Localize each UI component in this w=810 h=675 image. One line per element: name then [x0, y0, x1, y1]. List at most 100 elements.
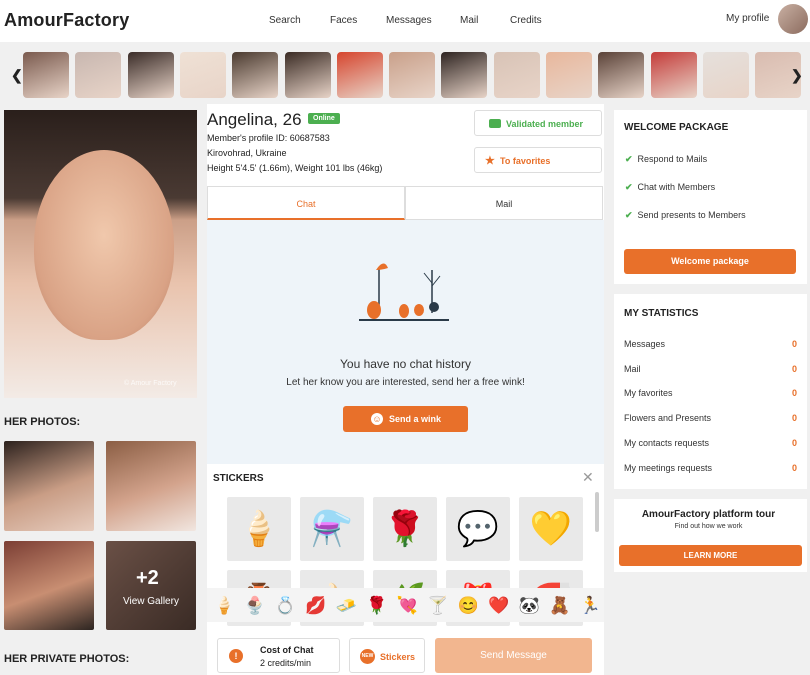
sticker-category-tab[interactable]: 🍸 — [425, 592, 452, 619]
carousel-thumb[interactable] — [702, 52, 749, 98]
stats-title: MY STATISTICS — [624, 308, 699, 319]
gallery-photo-1[interactable] — [4, 441, 94, 531]
stat-label: Mail — [624, 363, 641, 374]
tab-chat[interactable]: Chat — [207, 186, 405, 220]
carousel-thumb[interactable] — [284, 52, 331, 98]
new-badge-icon: NEW — [360, 649, 375, 664]
online-badge: Online — [308, 113, 340, 124]
stat-row[interactable]: Messages 0 — [624, 339, 797, 349]
carousel-thumb[interactable] — [598, 52, 645, 98]
check-icon: ✔ — [625, 210, 633, 220]
stat-value: 0 — [791, 462, 797, 473]
sticker-category-tab[interactable]: 😊 — [455, 592, 482, 619]
sticker-item[interactable]: ⚗️ — [300, 497, 364, 561]
sticker-category-tab[interactable]: 🧸 — [547, 592, 574, 619]
nav-messages[interactable]: Messages — [386, 15, 432, 26]
chevron-left-icon[interactable]: ❮ — [11, 67, 23, 84]
profile-height-weight: Height 5'4.5' (1.66m), Weight 101 lbs (4… — [207, 163, 383, 173]
sticker-category-tab[interactable]: 🏃 — [577, 592, 604, 619]
cost-title: Cost of Chat — [260, 645, 314, 655]
chevron-right-icon[interactable]: ❯ — [791, 67, 803, 84]
view-gallery-tile[interactable]: +2 View Gallery — [106, 541, 196, 630]
stat-value: 0 — [791, 388, 797, 399]
sticker-category-tab[interactable]: 💍 — [272, 592, 299, 619]
chat-bubble-icon — [489, 119, 501, 128]
sticker-category-tab[interactable]: 💘 — [394, 592, 421, 619]
tab-mail[interactable]: Mail — [405, 186, 603, 220]
nav-faces[interactable]: Faces — [330, 15, 357, 26]
stat-row[interactable]: My contacts requests 0 — [624, 438, 797, 448]
carousel-thumb[interactable] — [493, 52, 540, 98]
nav-credits[interactable]: Credits — [510, 15, 542, 26]
carousel-thumb[interactable] — [23, 52, 69, 98]
profile-name: Angelina, 26 — [207, 110, 302, 129]
sticker-item[interactable]: 🍦 — [227, 497, 291, 561]
stat-value: 0 — [791, 363, 797, 374]
send-wink-button[interactable]: ☺ Send a wink — [343, 406, 468, 432]
welcome-package-button[interactable]: Welcome package — [624, 249, 796, 274]
welcome-package-card: WELCOME PACKAGE ✔ Respond to Mails ✔ Chat … — [614, 110, 807, 284]
carousel-thumb[interactable] — [389, 52, 436, 98]
smiley-icon: ☺ — [371, 413, 383, 425]
carousel-thumb[interactable] — [232, 52, 279, 98]
stat-row[interactable]: My favorites 0 — [624, 388, 797, 398]
my-profile-link[interactable]: My profile — [726, 13, 769, 24]
sticker-item[interactable]: 💬 — [446, 497, 510, 561]
carousel-thumb[interactable] — [336, 52, 383, 98]
stat-label: My contacts requests — [624, 437, 710, 448]
gallery-photo-3[interactable] — [4, 541, 94, 630]
sticker-category-tab[interactable]: 🌹 — [364, 592, 391, 619]
sticker-category-tab[interactable]: 💋 — [303, 592, 330, 619]
avatar[interactable] — [778, 4, 808, 34]
main-profile-photo[interactable]: © Amour Factory — [4, 110, 197, 398]
sticker-category-tab[interactable]: 🍦 — [211, 592, 238, 619]
stat-row[interactable]: Mail 0 — [624, 364, 797, 374]
stat-value: 0 — [791, 413, 797, 424]
welcome-item: ✔ Chat with Members — [625, 182, 716, 192]
site-logo[interactable]: AmourFactory — [4, 10, 129, 31]
validated-member-button[interactable]: Validated member — [474, 110, 602, 136]
stat-label: My favorites — [624, 388, 673, 399]
stat-row[interactable]: Flowers and Presents 0 — [624, 413, 797, 423]
sticker-category-tab[interactable]: 🧈 — [333, 592, 360, 619]
sticker-category-tab[interactable]: 🐼 — [516, 592, 543, 619]
tour-title: AmourFactory platform tour — [641, 509, 776, 520]
close-icon[interactable]: ✕ — [582, 469, 594, 486]
profile-carousel: ❮ ❯ — [0, 50, 810, 100]
gallery-count: +2 — [136, 567, 159, 589]
learn-more-button[interactable]: LEARN MORE — [619, 545, 802, 566]
check-icon: ✔ — [625, 154, 633, 164]
welcome-item: ✔ Respond to Mails — [625, 154, 708, 164]
chat-cost-box: ! Cost of Chat 2 credits/min — [217, 638, 340, 673]
stickers-scrollbar[interactable] — [595, 492, 599, 532]
carousel-thumb[interactable] — [179, 52, 226, 98]
stat-row[interactable]: My meetings requests 0 — [624, 463, 797, 473]
nav-mail[interactable]: Mail — [460, 15, 478, 26]
welcome-title: WELCOME PACKAGE — [624, 122, 729, 133]
profile-location: Kirovohrad, Ukraine — [207, 148, 287, 158]
stat-value: 0 — [791, 437, 797, 448]
sticker-category-tab[interactable]: 🍨 — [242, 592, 269, 619]
send-message-button[interactable]: Send Message — [435, 638, 592, 673]
sticker-item[interactable]: 💛 — [519, 497, 583, 561]
star-icon: ★ — [485, 155, 495, 167]
sticker-item[interactable]: 🌹 — [373, 497, 437, 561]
photo-watermark: © Amour Factory — [124, 380, 177, 387]
nav-search[interactable]: Search — [269, 15, 301, 26]
profile-id: Member's profile ID: 60687583 — [207, 133, 330, 143]
carousel-thumb[interactable] — [650, 52, 697, 98]
carousel-thumb[interactable] — [127, 52, 174, 98]
stickers-button[interactable]: NEW Stickers — [349, 638, 425, 673]
stat-label: My meetings requests — [624, 462, 713, 473]
no-chat-history-subtitle: Let her know you are interested, send he… — [286, 377, 525, 388]
carousel-thumb[interactable] — [441, 52, 488, 98]
sticker-category-bar: 🍦 🍨 💍 💋 🧈 🌹 💘 🍸 😊 ❤️ 🐼 🧸 🏃 — [207, 588, 604, 622]
sticker-category-tab[interactable]: ❤️ — [486, 592, 513, 619]
carousel-thumb[interactable] — [75, 52, 122, 98]
gallery-photo-2[interactable] — [106, 441, 196, 531]
carousel-thumb[interactable] — [546, 52, 592, 98]
to-favorites-button[interactable]: ★ To favorites — [474, 147, 602, 173]
empty-chat-illustration — [359, 263, 449, 321]
info-icon: ! — [229, 649, 243, 663]
her-photos-title: HER PHOTOS: — [4, 416, 81, 428]
